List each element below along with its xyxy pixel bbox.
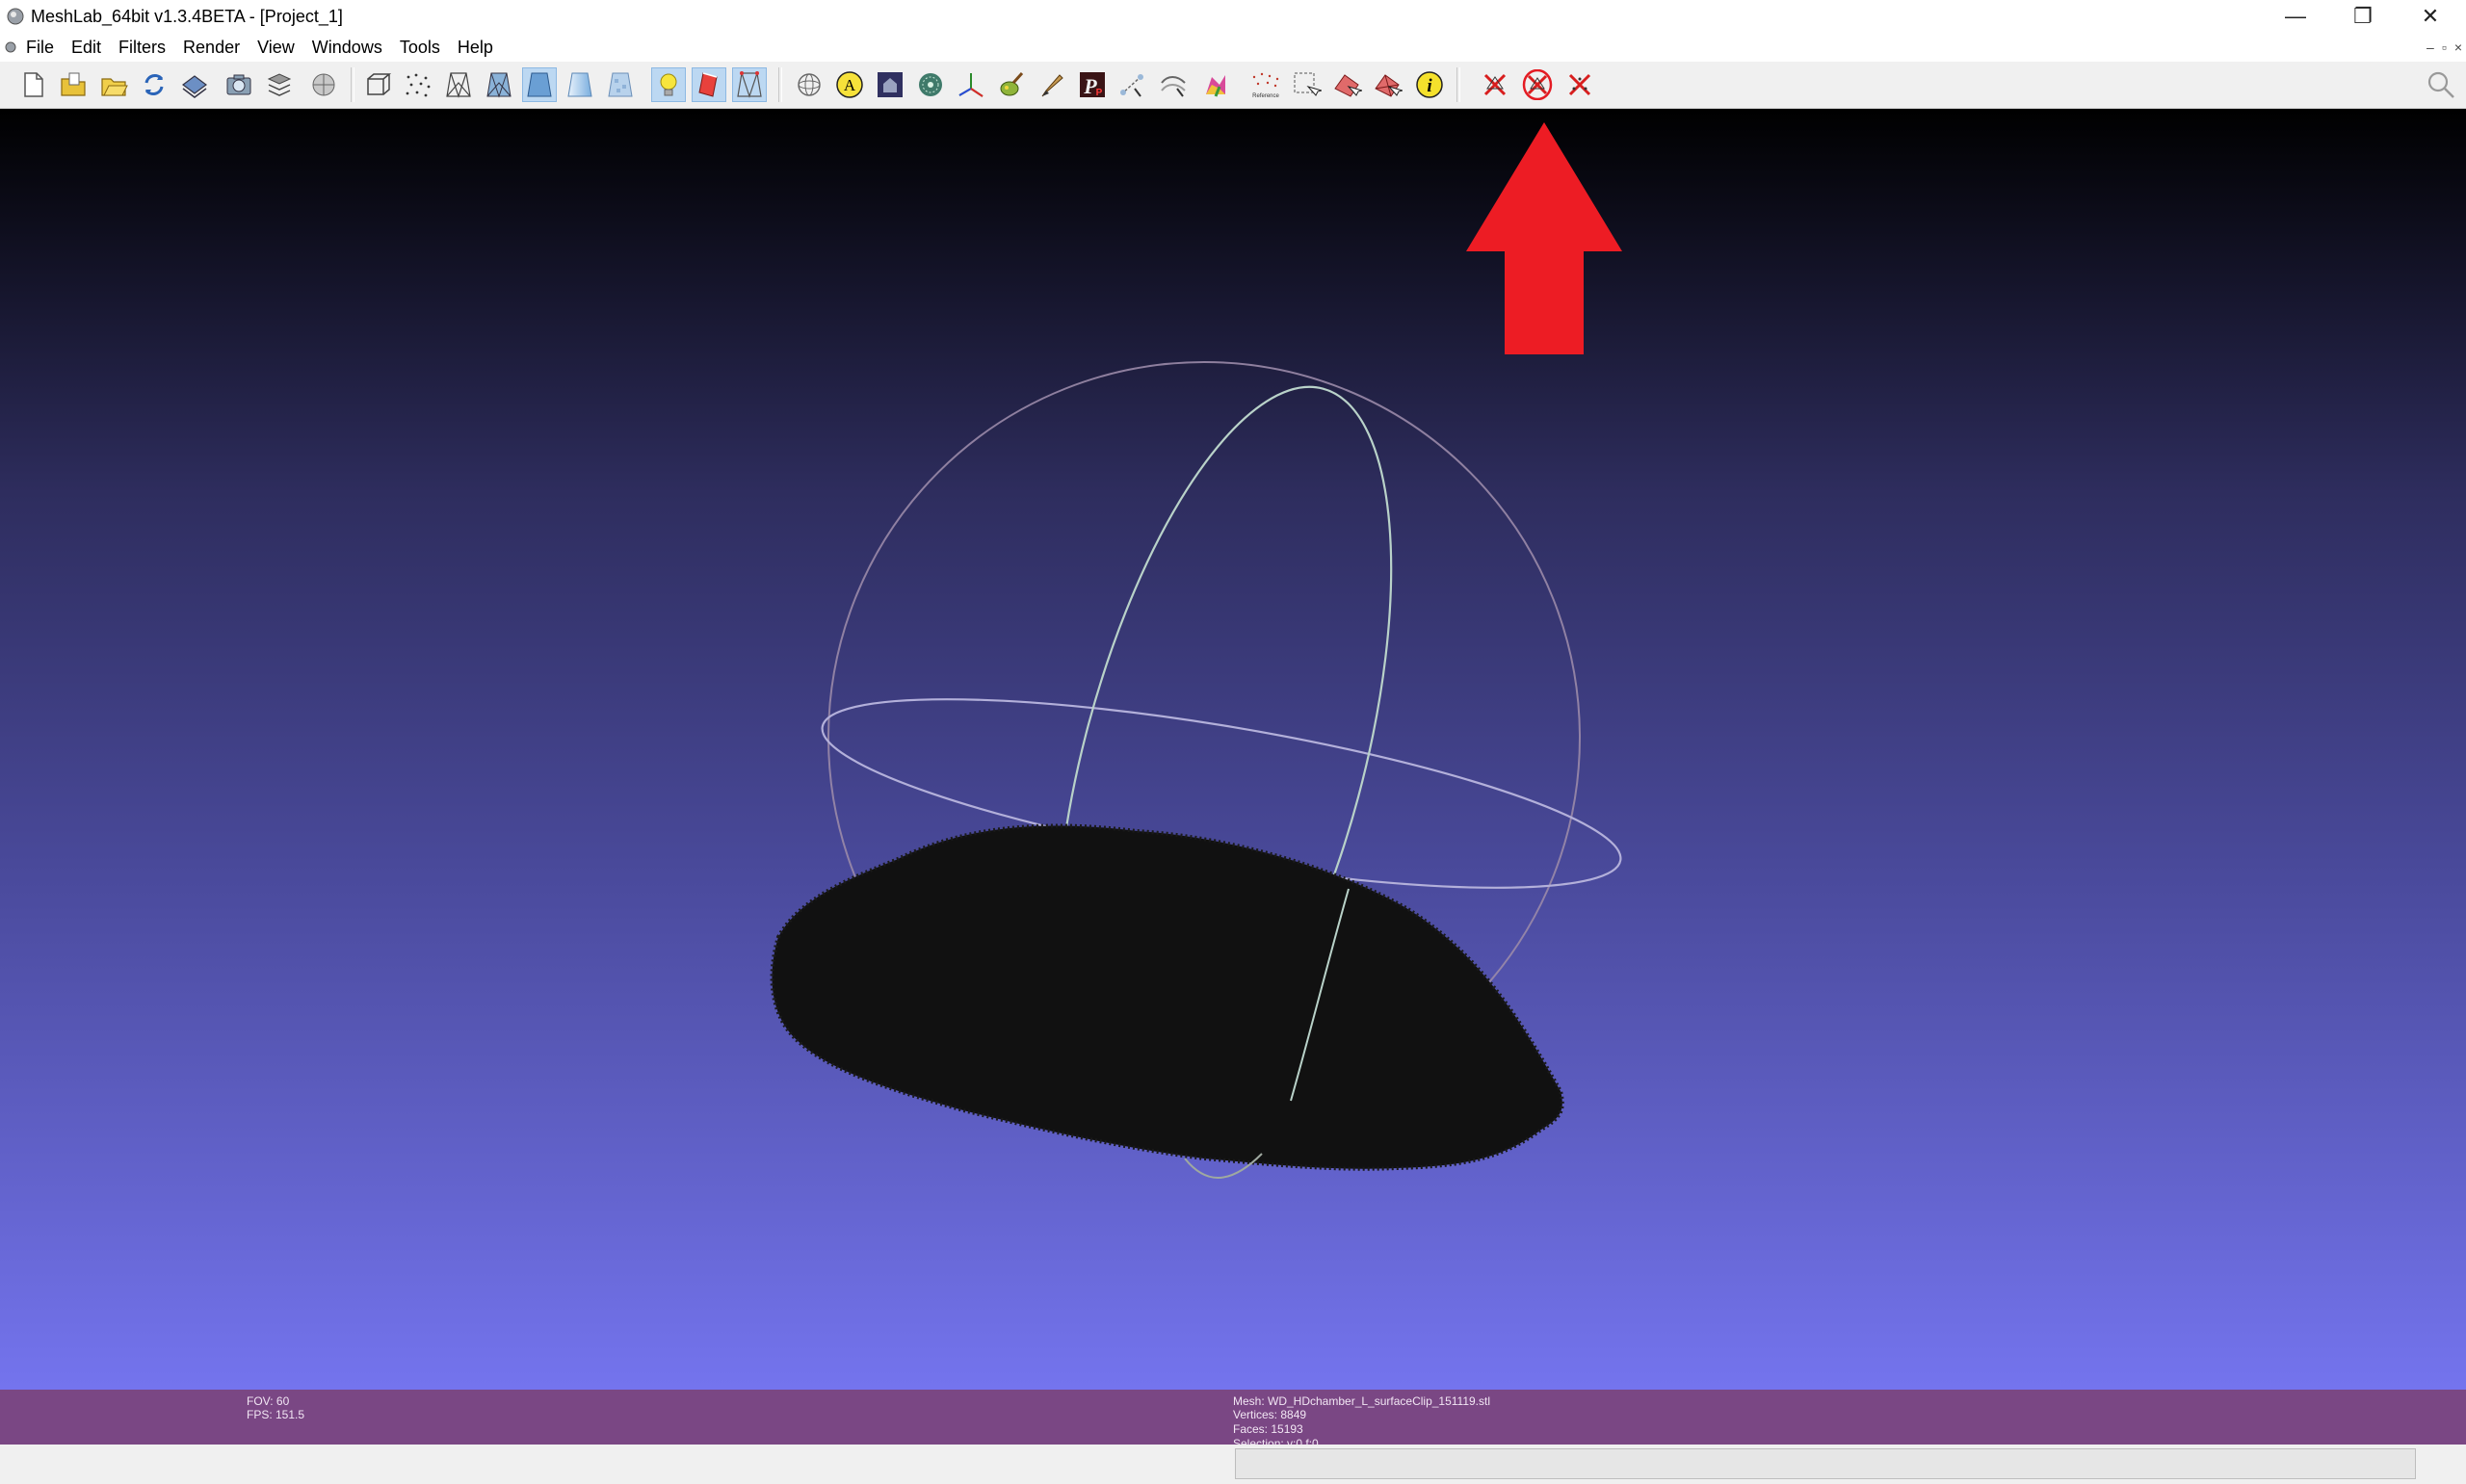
info-bar: FOV: 60 FPS: 151.5 Mesh: WD_HDchamber_L_… [0, 1390, 2466, 1445]
trackball-icon[interactable] [792, 67, 826, 102]
window-title: MeshLab_64bit v1.3.4BETA - [Project_1] [31, 6, 343, 26]
minimize-button[interactable]: — [2262, 0, 2329, 33]
select-vertices-icon[interactable] [1329, 67, 1364, 102]
fancy-lighting-icon[interactable] [732, 67, 767, 102]
select-connected-components-icon[interactable] [1370, 67, 1404, 102]
status-bar [0, 1445, 2466, 1484]
fov-readout: FOV: 60 [247, 1394, 290, 1408]
texture-parametrization-icon[interactable] [1198, 67, 1233, 102]
meshlab-app-icon [7, 8, 24, 25]
bounding-box-icon[interactable] [360, 67, 395, 102]
selection-count: Selection: v:0 f:0 [1233, 1437, 1319, 1445]
smooth-render-icon[interactable] [563, 67, 597, 102]
flat-lines-render-icon[interactable] [482, 67, 516, 102]
title-bar: MeshLab_64bit v1.3.4BETA - [Project_1] —… [0, 0, 2466, 33]
menu-tools[interactable]: Tools [391, 38, 449, 58]
annotation-arrow [1466, 122, 1622, 354]
main-toolbar: A PP Reference i [0, 62, 2466, 109]
3d-scene[interactable] [0, 109, 2466, 1390]
face-count: Faces: 15193 [1233, 1422, 1303, 1436]
open-project-icon[interactable] [56, 67, 91, 102]
double-side-lighting-icon[interactable] [692, 67, 726, 102]
restore-button[interactable]: ❐ [2329, 0, 2397, 33]
progress-bar [1235, 1448, 2416, 1479]
svg-text:P: P [1096, 88, 1103, 98]
document-system-icon[interactable] [4, 40, 17, 54]
show-axis-icon[interactable] [954, 67, 988, 102]
menu-view[interactable]: View [249, 38, 303, 58]
background-image-icon[interactable] [873, 67, 907, 102]
delete-selected-faces-icon[interactable] [1478, 67, 1512, 102]
show-labels-icon[interactable]: A [832, 67, 867, 102]
align-tool-icon[interactable] [1156, 67, 1191, 102]
info-icon[interactable]: i [1412, 67, 1447, 102]
points-render-icon[interactable] [401, 67, 435, 102]
paint-brush-icon[interactable] [994, 67, 1029, 102]
import-mesh-icon[interactable] [96, 67, 131, 102]
delete-selected-vertices-icon[interactable] [1562, 67, 1597, 102]
flat-render-icon[interactable] [522, 67, 557, 102]
3d-viewport[interactable] [0, 109, 2466, 1390]
reference-label: Reference [1252, 93, 1279, 99]
z-painting-icon[interactable] [1035, 67, 1069, 102]
delete-selected-faces-and-vertices-icon[interactable] [1520, 67, 1555, 102]
layer-dialog-icon[interactable] [262, 67, 297, 102]
close-button[interactable]: ✕ [2397, 0, 2464, 33]
menu-file[interactable]: File [17, 38, 63, 58]
mdi-window-controls: – ▫ × [2427, 33, 2462, 62]
texture-render-icon[interactable] [603, 67, 638, 102]
mdi-restore-button[interactable]: ▫ [2442, 39, 2447, 55]
lighting-bulb-icon[interactable] [651, 67, 686, 102]
menu-render[interactable]: Render [174, 38, 249, 58]
menu-help[interactable]: Help [449, 38, 502, 58]
pickpoints-icon[interactable]: PP [1075, 67, 1110, 102]
wireframe-render-icon[interactable] [441, 67, 476, 102]
vertex-count: Vertices: 8849 [1233, 1408, 1307, 1421]
mesh-object[interactable] [770, 823, 1564, 1171]
snapshot-camera-icon[interactable] [222, 67, 256, 102]
new-project-icon[interactable] [15, 67, 50, 102]
svg-text:i: i [1427, 76, 1432, 96]
raster-layer-icon[interactable] [306, 67, 341, 102]
search-icon[interactable] [2426, 69, 2456, 100]
menu-edit[interactable]: Edit [63, 38, 110, 58]
menu-bar: File Edit Filters Render View Windows To… [0, 33, 2466, 62]
measure-tool-icon[interactable] [1115, 67, 1150, 102]
mdi-minimize-button[interactable]: – [2427, 39, 2434, 55]
reference-point-tool[interactable]: Reference [1248, 67, 1283, 102]
reload-icon[interactable] [137, 67, 171, 102]
select-faces-rectangle-icon[interactable] [1289, 67, 1324, 102]
menu-windows[interactable]: Windows [303, 38, 391, 58]
save-snapshot-layer-icon[interactable] [177, 67, 212, 102]
mdi-close-button[interactable]: × [2454, 39, 2462, 55]
menu-filters[interactable]: Filters [110, 38, 174, 58]
svg-text:A: A [844, 76, 856, 94]
fps-readout: FPS: 151.5 [247, 1408, 305, 1421]
mesh-name: Mesh: WD_HDchamber_L_surfaceClip_151119.… [1233, 1394, 1491, 1408]
quality-mapper-icon[interactable] [913, 67, 948, 102]
